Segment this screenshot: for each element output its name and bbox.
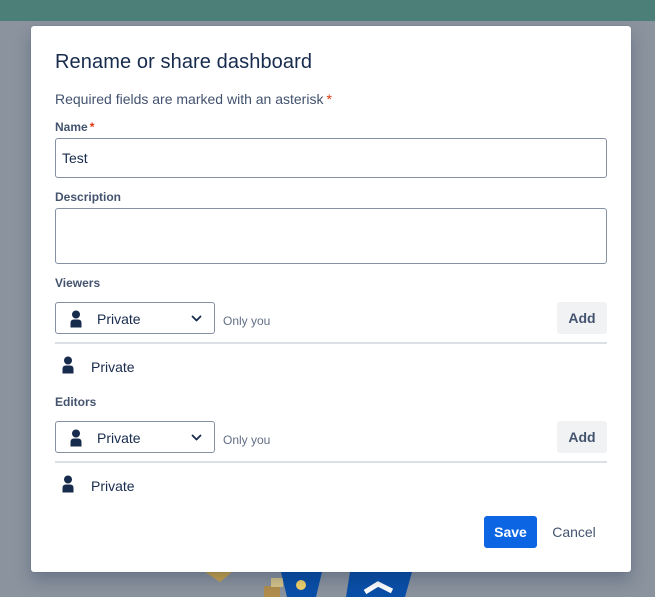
rename-share-dialog: Rename or share dashboard Required field… bbox=[31, 26, 631, 572]
person-icon bbox=[62, 356, 74, 374]
name-label-text: Name bbox=[55, 120, 88, 134]
cancel-button[interactable]: Cancel bbox=[545, 516, 603, 548]
add-editor-button[interactable]: Add bbox=[557, 421, 607, 453]
person-icon bbox=[70, 429, 82, 447]
chevron-down-icon bbox=[191, 434, 202, 441]
save-button[interactable]: Save bbox=[484, 516, 537, 548]
viewers-hint: Only you bbox=[223, 314, 271, 328]
required-fields-note: Required fields are marked with an aster… bbox=[55, 91, 332, 107]
editors-hint: Only you bbox=[223, 433, 271, 447]
person-icon bbox=[62, 475, 74, 493]
required-asterisk: * bbox=[326, 91, 332, 107]
viewers-select-value: Private bbox=[97, 311, 141, 327]
viewers-select[interactable]: Private bbox=[55, 302, 215, 334]
editor-list-item: Private bbox=[55, 473, 607, 497]
viewer-list-item: Private bbox=[55, 354, 607, 378]
description-field[interactable] bbox=[55, 208, 607, 264]
viewers-divider bbox=[55, 342, 607, 344]
editors-select[interactable]: Private bbox=[55, 421, 215, 453]
editors-label: Editors bbox=[55, 395, 97, 409]
name-field[interactable] bbox=[55, 138, 607, 178]
description-label: Description bbox=[55, 190, 122, 204]
editors-divider bbox=[55, 461, 607, 463]
person-icon bbox=[70, 310, 82, 328]
editors-select-value: Private bbox=[97, 430, 141, 446]
viewer-list-item-label: Private bbox=[91, 359, 135, 375]
add-viewer-button[interactable]: Add bbox=[557, 302, 607, 334]
dialog-title: Rename or share dashboard bbox=[55, 51, 313, 73]
required-note-text: Required fields are marked with an aster… bbox=[55, 91, 324, 107]
viewers-label: Viewers bbox=[55, 276, 101, 290]
editor-list-item-label: Private bbox=[91, 478, 135, 494]
name-label: Name * bbox=[55, 120, 94, 134]
name-required-asterisk: * bbox=[89, 120, 95, 134]
chevron-down-icon bbox=[191, 315, 202, 322]
